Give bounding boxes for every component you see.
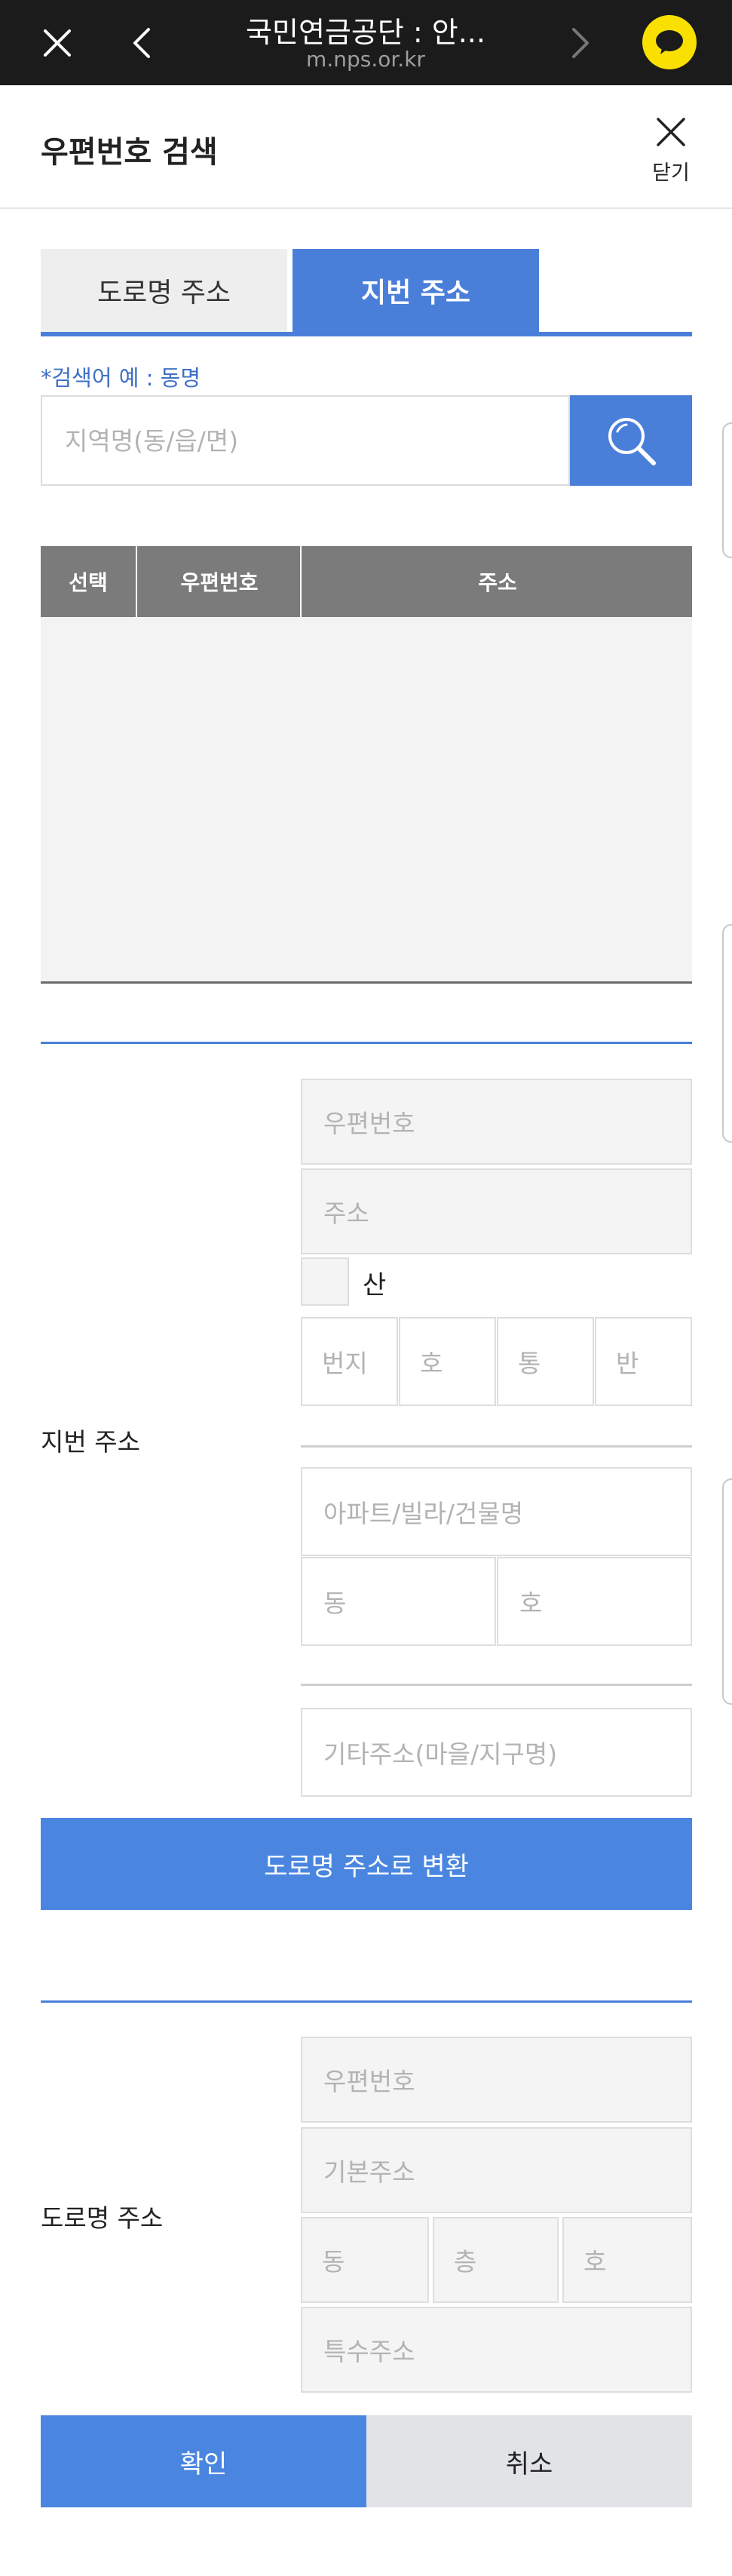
- confirm-button[interactable]: 확인: [41, 2415, 366, 2507]
- jibun-sub-divider: [301, 1445, 692, 1448]
- close-button[interactable]: 닫기: [641, 115, 701, 198]
- tab-underline: [41, 332, 692, 336]
- results-table: 선택 우편번호 주소: [41, 546, 692, 985]
- browser-url[interactable]: m.nps.or.kr: [196, 47, 535, 72]
- search-hint: *검색어 예 : 동명: [41, 365, 201, 391]
- back-arrow-icon[interactable]: [112, 0, 172, 85]
- ban-field[interactable]: 반: [595, 1317, 692, 1406]
- building-name-field[interactable]: 아파트/빌라/건물명: [301, 1467, 692, 1556]
- edge-scroll-handle[interactable]: [722, 924, 732, 1143]
- cancel-button[interactable]: 취소: [366, 2415, 692, 2507]
- popup-header: 우편번호 검색 닫기: [0, 85, 732, 209]
- bunji-field[interactable]: 번지: [301, 1317, 398, 1406]
- close-label: 닫기: [652, 161, 690, 185]
- browser-toolbar: 국민연금공단 : 안... m.nps.or.kr: [0, 0, 732, 85]
- jibun-section-divider: [41, 1042, 692, 1044]
- road-section-divider: [41, 2000, 692, 2003]
- road-base-address-field[interactable]: 기본주소: [301, 2127, 692, 2213]
- kakao-talk-icon[interactable]: [642, 15, 697, 69]
- results-body[interactable]: [41, 617, 692, 984]
- edge-scroll-handle[interactable]: [722, 1478, 732, 1705]
- jibun-row-label: 지번 주소: [41, 1427, 140, 1457]
- ho-field[interactable]: 호: [399, 1317, 496, 1406]
- search-button[interactable]: [570, 395, 692, 486]
- building-ho-field[interactable]: 호: [497, 1557, 692, 1646]
- mountain-checkbox-label: 산: [363, 1270, 387, 1300]
- road-row-label: 도로명 주소: [41, 2203, 164, 2233]
- special-address-field[interactable]: 특수주소: [301, 2307, 692, 2393]
- column-zipcode: 우편번호: [139, 546, 302, 617]
- results-header: 선택 우편번호 주소: [41, 546, 692, 617]
- forward-arrow-icon[interactable]: [550, 0, 611, 85]
- column-select: 선택: [41, 546, 137, 617]
- etc-address-field[interactable]: 기타주소(마을/지구명): [301, 1708, 692, 1797]
- convert-to-road-button[interactable]: 도로명 주소로 변환: [41, 1818, 692, 1910]
- search-input[interactable]: [41, 395, 570, 486]
- search-icon: [608, 418, 656, 465]
- jibun-zip-field[interactable]: 우편번호: [301, 1079, 692, 1165]
- jibun-etc-divider: [301, 1684, 692, 1686]
- road-floor-field[interactable]: 층: [433, 2217, 559, 2303]
- address-type-tabs: 도로명 주소 지번 주소: [41, 249, 692, 338]
- road-dong-field[interactable]: 동: [301, 2217, 429, 2303]
- jibun-address-field[interactable]: 주소: [301, 1168, 692, 1254]
- close-x-icon: [657, 118, 685, 146]
- tab-jibun-address[interactable]: 지번 주소: [292, 249, 539, 332]
- road-ho-field[interactable]: 호: [562, 2217, 692, 2303]
- browser-page-title: 국민연금공단 : 안...: [246, 16, 485, 49]
- edge-scroll-handle[interactable]: [722, 422, 732, 558]
- mountain-checkbox[interactable]: [301, 1257, 349, 1306]
- building-dong-field[interactable]: 동: [301, 1557, 496, 1646]
- tong-field[interactable]: 통: [497, 1317, 594, 1406]
- road-zip-field[interactable]: 우편번호: [301, 2037, 692, 2123]
- tab-road-address[interactable]: 도로명 주소: [41, 249, 287, 332]
- page-title: 우편번호 검색: [41, 135, 218, 170]
- close-icon[interactable]: [27, 0, 87, 85]
- column-address: 주소: [478, 570, 517, 595]
